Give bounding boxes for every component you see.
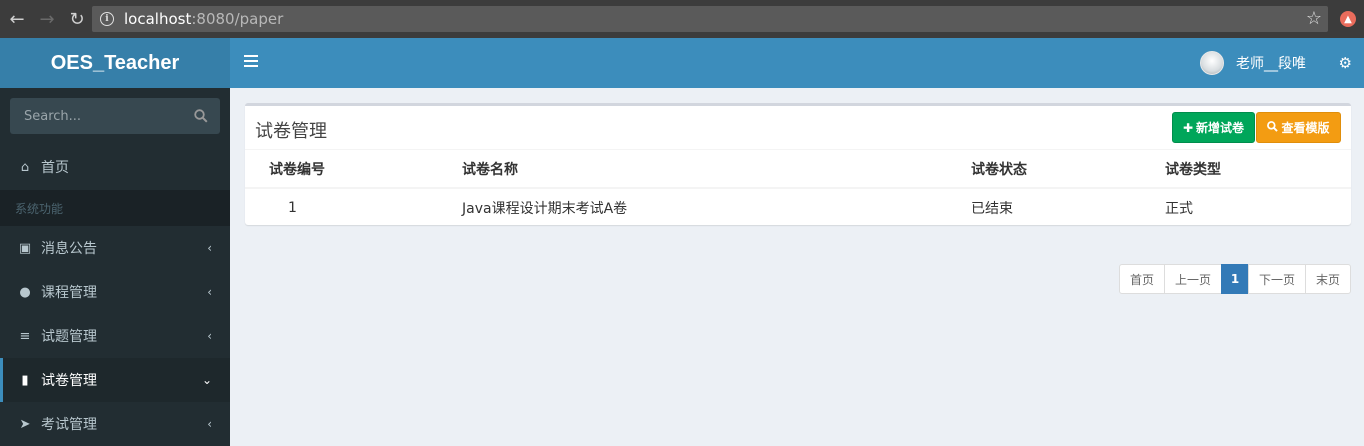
users-icon: ●	[19, 284, 31, 300]
url-path: :8080/paper	[191, 10, 284, 28]
add-paper-label: 新增试卷	[1196, 121, 1245, 135]
sidebar-item-exams[interactable]: ➤ 考试管理 ‹	[0, 402, 230, 446]
app-logo[interactable]: OES_Teacher	[0, 38, 230, 88]
view-template-label: 查看模版	[1281, 121, 1330, 135]
reload-icon[interactable]: ↻	[64, 6, 90, 32]
pagination: 首页 上一页 1 下一页 末页	[1119, 264, 1351, 294]
page-prev-button[interactable]: 上一页	[1164, 264, 1222, 294]
search-icon[interactable]	[182, 98, 220, 134]
back-arrow-icon[interactable]: ←	[4, 6, 30, 32]
column-header: 试卷状态	[971, 161, 1027, 178]
plus-icon: ✚	[1182, 120, 1194, 135]
page-next-button[interactable]: 下一页	[1248, 264, 1306, 294]
extension-icon[interactable]: ▲	[1340, 11, 1356, 27]
list-icon: ≡	[19, 328, 31, 344]
sidebar-search-form	[10, 98, 220, 134]
sidebar-item-label: 课程管理	[41, 285, 97, 301]
table-cell: 正式	[1165, 201, 1193, 217]
sidebar-item-papers[interactable]: ▮ 试卷管理 ⌄	[0, 358, 230, 402]
bookmark-star-icon[interactable]: ☆	[1306, 8, 1322, 29]
search-input[interactable]	[10, 98, 185, 134]
sidebar-item-questions[interactable]: ≡ 试题管理 ‹	[0, 314, 230, 358]
table-cell: 已结束	[971, 201, 1013, 217]
sidebar-item-label: 考试管理	[41, 417, 97, 433]
chevron-left-icon: ‹	[207, 329, 212, 343]
url-host: localhost	[124, 10, 192, 28]
user-name[interactable]: 老师__段唯	[1236, 53, 1306, 73]
table-cell: Java课程设计期末考试A卷	[462, 201, 628, 217]
chevron-down-icon: ⌄	[201, 373, 212, 387]
chevron-left-icon: ‹	[207, 241, 212, 255]
sidebar-item-label: 首页	[41, 160, 69, 176]
page-current-button[interactable]: 1	[1221, 264, 1249, 294]
sidebar: ⌂ 首页 系统功能 ▣ 消息公告 ‹ ● 课程管理 ‹ ≡ 试题管理 ‹ ▮ 试…	[0, 88, 230, 446]
sidebar-item-home[interactable]: ⌂ 首页	[0, 145, 230, 189]
sidebar-section-header: 系统功能	[0, 190, 230, 226]
table-cell: 1	[288, 200, 297, 216]
id-card-icon: ▣	[18, 240, 32, 256]
chevron-left-icon: ‹	[207, 285, 212, 299]
info-icon[interactable]: i	[100, 12, 114, 26]
search-icon	[1267, 120, 1279, 135]
gears-icon[interactable]: ⚙	[1339, 54, 1352, 72]
book-icon: ▮	[21, 372, 29, 388]
column-header: 试卷类型	[1165, 161, 1221, 178]
browser-toolbar: ← → ↻ i localhost:8080/paper ☆ ▲	[0, 0, 1364, 38]
sidebar-item-courses[interactable]: ● 课程管理 ‹	[0, 270, 230, 314]
page-first-button[interactable]: 首页	[1119, 264, 1165, 294]
sidebar-item-label: 消息公告	[41, 241, 97, 257]
user-menu[interactable]: 老师__段唯	[1200, 51, 1306, 75]
add-paper-button[interactable]: ✚ 新增试卷	[1172, 112, 1255, 143]
table-row[interactable]: 1 Java课程设计期末考试A卷 已结束 正式	[245, 189, 1351, 227]
chevron-left-icon: ‹	[207, 417, 212, 431]
top-navbar: 老师__段唯 ⚙	[230, 38, 1364, 88]
sidebar-toggle-icon[interactable]	[244, 55, 258, 69]
sidebar-item-label: 试题管理	[41, 329, 97, 345]
column-header: 试卷编号	[269, 161, 325, 178]
url-text[interactable]: localhost:8080/paper	[124, 10, 283, 28]
avatar[interactable]	[1200, 51, 1224, 75]
address-bar[interactable]: i localhost:8080/paper ☆	[92, 6, 1328, 32]
page-last-button[interactable]: 末页	[1305, 264, 1351, 294]
sidebar-item-announcements[interactable]: ▣ 消息公告 ‹	[0, 226, 230, 270]
page-title: 试卷管理	[255, 121, 327, 142]
paper-plane-icon: ➤	[19, 416, 31, 432]
table-header: 试卷编号 试卷名称 试卷状态 试卷类型	[245, 149, 1351, 189]
forward-arrow-icon[interactable]: →	[34, 6, 60, 32]
paper-management-box: 试卷管理 ✚ 新增试卷 查看模版 试卷编号 试卷名称 试卷状态 试卷类型 1 J…	[245, 103, 1351, 225]
column-header: 试卷名称	[462, 161, 518, 178]
view-template-button[interactable]: 查看模版	[1256, 112, 1341, 143]
sidebar-item-label: 试卷管理	[41, 373, 97, 389]
home-icon: ⌂	[20, 159, 30, 175]
